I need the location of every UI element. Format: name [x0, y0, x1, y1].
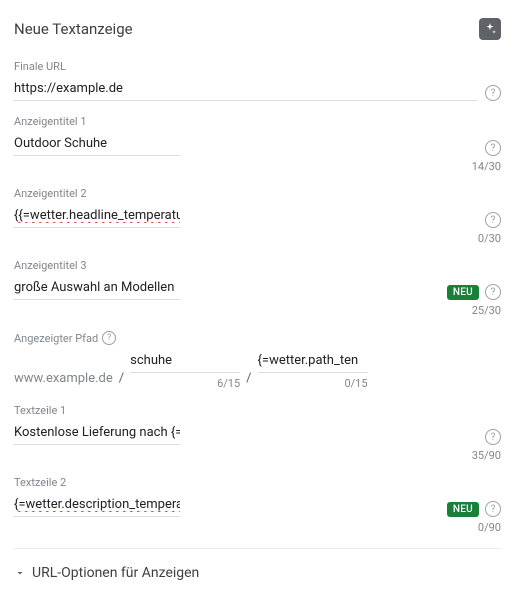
- path-separator: /: [119, 371, 124, 390]
- help-icon[interactable]: ?: [102, 331, 116, 345]
- description2-label: Textzeile 2: [14, 476, 501, 489]
- headline3-field: Anzeigentitel 3 NEU ? 25/30: [14, 259, 501, 317]
- headline3-input[interactable]: [14, 278, 180, 300]
- new-badge: NEU: [447, 285, 479, 300]
- ad-editor-panel: Neue Textanzeige Finale URL ? Anzeigenti…: [0, 0, 515, 599]
- final-url-field: Finale URL ?: [14, 60, 501, 101]
- display-path-label: Angezeigter Pfad: [14, 332, 98, 345]
- chevron-down-icon: [14, 567, 26, 579]
- description1-field: Textzeile 1 ? 35/90: [14, 404, 501, 462]
- path2-counter: 0/15: [258, 377, 368, 390]
- help-icon[interactable]: ?: [485, 284, 501, 300]
- headline2-field: Anzeigentitel 2 ? 0/30: [14, 187, 501, 245]
- help-icon[interactable]: ?: [485, 140, 501, 156]
- divider: [14, 548, 501, 549]
- final-url-input[interactable]: [14, 79, 477, 101]
- help-icon[interactable]: ?: [485, 212, 501, 228]
- new-badge: NEU: [447, 502, 479, 517]
- description2-counter: 0/90: [14, 521, 501, 534]
- headline3-counter: 25/30: [14, 304, 501, 317]
- description2-input[interactable]: [14, 495, 180, 517]
- headline1-field: Anzeigentitel 1 ? 14/30: [14, 115, 501, 173]
- headline2-input[interactable]: [14, 206, 180, 228]
- headline2-counter: 0/30: [14, 232, 501, 245]
- headline1-input[interactable]: [14, 134, 180, 156]
- description1-input[interactable]: [14, 423, 180, 445]
- url-options-label: URL-Optionen für Anzeigen: [32, 565, 199, 581]
- path-separator: /: [246, 371, 251, 390]
- path1-input[interactable]: [130, 351, 240, 373]
- description2-field: Textzeile 2 NEU ? 0/90: [14, 476, 501, 534]
- display-path-domain: www.example.de: [14, 371, 113, 390]
- final-url-label: Finale URL: [14, 60, 501, 73]
- help-icon[interactable]: ?: [485, 501, 501, 517]
- page-title: Neue Textanzeige: [14, 20, 479, 38]
- headline3-label: Anzeigentitel 3: [14, 259, 501, 272]
- display-path-field: Angezeigter Pfad ? www.example.de / 6/15…: [14, 331, 501, 390]
- headline1-counter: 14/30: [14, 160, 501, 173]
- description1-counter: 35/90: [14, 449, 501, 462]
- help-icon[interactable]: ?: [485, 85, 501, 101]
- path2-input[interactable]: [258, 351, 368, 373]
- headline1-label: Anzeigentitel 1: [14, 115, 501, 128]
- help-icon[interactable]: ?: [485, 429, 501, 445]
- path1-counter: 6/15: [130, 377, 240, 390]
- headline2-label: Anzeigentitel 2: [14, 187, 501, 200]
- url-options-accordion[interactable]: URL-Optionen für Anzeigen: [14, 561, 501, 585]
- suggestions-button[interactable]: [479, 18, 501, 40]
- description1-label: Textzeile 1: [14, 404, 501, 417]
